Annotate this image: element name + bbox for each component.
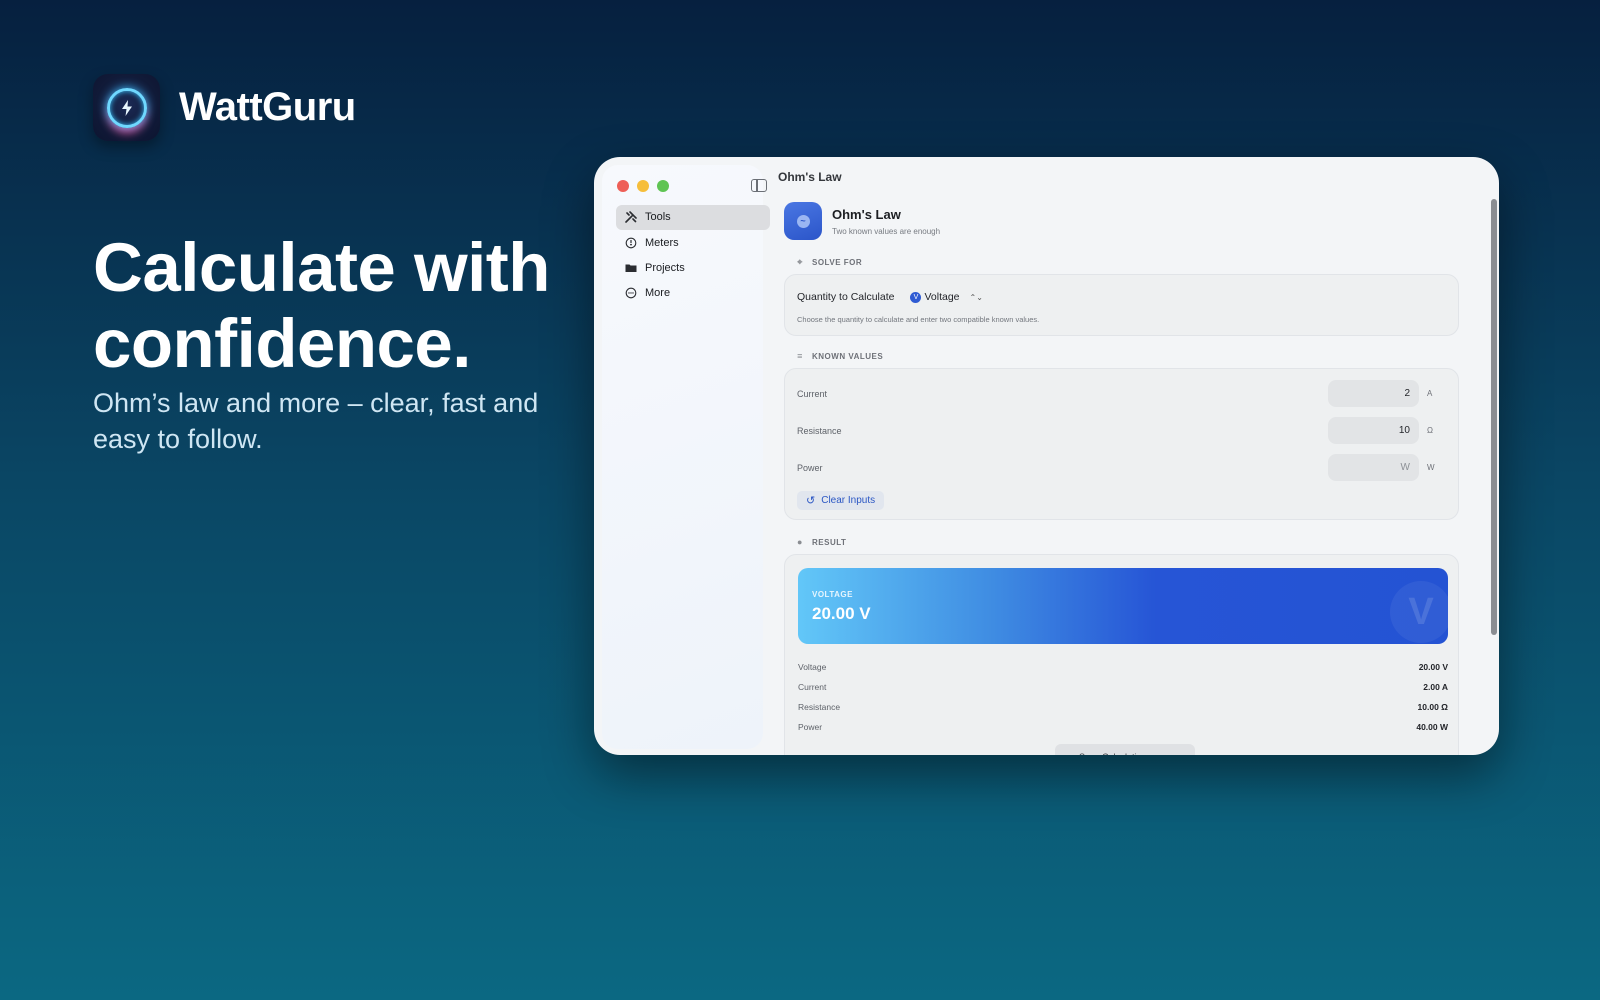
section-label-text: SOLVE FOR xyxy=(812,258,863,267)
reset-icon: ↺ xyxy=(806,495,816,507)
sidebar-item-label: More xyxy=(645,287,671,300)
voltage-watermark-icon: V xyxy=(1390,581,1448,643)
subline: Ohm’s law and more – clear, fast and eas… xyxy=(93,388,539,454)
unit-label: A xyxy=(1427,389,1433,398)
clear-inputs-label: Clear Inputs xyxy=(821,495,876,506)
section-label-result: ● RESULT xyxy=(795,537,846,547)
ellipsis-circle-icon xyxy=(625,287,637,299)
tools-icon xyxy=(625,211,637,224)
section-label-solve-for: ⌖ SOLVE FOR xyxy=(795,257,862,268)
result-hero-value: 20.00 V xyxy=(812,604,871,623)
chevron-up-down-icon: ⌃⌄ xyxy=(969,292,983,302)
sidebar-item-label: Projects xyxy=(645,262,685,275)
scrollbar[interactable] xyxy=(1491,199,1497,635)
gauge-icon xyxy=(625,237,637,249)
result-row-label: Resistance xyxy=(798,702,841,712)
unit-label: W xyxy=(1427,463,1435,472)
result-card: VOLTAGE 20.00 V V Voltage 20.00 V Curren… xyxy=(784,554,1459,755)
known-value-row-current: Current A xyxy=(797,380,1446,407)
power-input[interactable] xyxy=(1328,454,1419,481)
result-row-value: 2.00 A xyxy=(1423,682,1448,692)
field-label: Resistance xyxy=(797,425,842,436)
sidebar-nav: Tools Meters Projects More xyxy=(616,205,770,307)
target-icon: ⌖ xyxy=(797,257,803,267)
section-label-text: KNOWN VALUES xyxy=(812,351,884,361)
sidebar-item-label: Tools xyxy=(645,211,671,224)
result-row-label: Voltage xyxy=(798,662,827,672)
sidebar-item-label: Meters xyxy=(645,236,679,249)
save-calculation-button[interactable]: Save Calculation xyxy=(1055,744,1195,755)
result-row-value: 40.00 W xyxy=(1416,722,1448,732)
brand-name: WattGuru xyxy=(179,85,356,129)
zoom-button[interactable] xyxy=(657,180,669,192)
result-row-current: Current 2.00 A xyxy=(798,682,1448,692)
app-window: Tools Meters Projects More Ohm's Law ~ O… xyxy=(594,157,1499,755)
headline-line-1: Calculate with xyxy=(93,229,550,306)
minimize-button[interactable] xyxy=(637,180,649,192)
result-row-resistance: Resistance 10.00 Ω xyxy=(798,702,1448,712)
solve-for-help: Choose the quantity to calculate and ent… xyxy=(797,315,1040,324)
section-label-known-values: ≡ KNOWN VALUES xyxy=(795,351,883,361)
result-row-voltage: Voltage 20.00 V xyxy=(798,662,1448,672)
ohms-law-icon: ~ xyxy=(784,202,822,240)
quantity-label: Quantity to Calculate xyxy=(797,291,895,303)
result-row-value: 20.00 V xyxy=(1418,662,1448,672)
result-row-label: Current xyxy=(798,682,827,692)
window-controls xyxy=(617,180,669,192)
close-button[interactable] xyxy=(617,180,629,192)
resistance-input[interactable] xyxy=(1328,417,1419,444)
known-values-card: Current A Resistance Ω Power W ↺ Clear I… xyxy=(784,368,1459,520)
brand: WattGuru xyxy=(93,74,356,141)
field-label: Power xyxy=(797,462,823,473)
headline-line-2: confidence. xyxy=(93,305,471,382)
app-icon xyxy=(93,74,160,141)
sidebar: Tools Meters Projects More xyxy=(602,165,770,749)
headline: Calculate with confidence. xyxy=(93,230,550,382)
sidebar-item-projects[interactable]: Projects xyxy=(616,256,770,281)
quantity-select[interactable]: V Voltage ⌃⌄ xyxy=(894,291,983,303)
sidebar-item-meters[interactable]: Meters xyxy=(616,230,770,255)
unit-label: Ω xyxy=(1427,426,1433,435)
result-row-label: Power xyxy=(798,722,823,732)
known-value-row-resistance: Resistance Ω xyxy=(797,417,1446,444)
section-label-text: RESULT xyxy=(812,537,847,547)
window-title: Ohm's Law xyxy=(778,170,842,184)
voltage-badge-icon: V xyxy=(910,291,922,303)
result-row-power: Power 40.00 W xyxy=(798,722,1448,732)
known-value-row-power: Power W xyxy=(797,454,1446,481)
solve-for-card: Quantity to Calculate V Voltage ⌃⌄ Choos… xyxy=(784,274,1459,336)
clear-inputs-button[interactable]: ↺ Clear Inputs xyxy=(797,491,885,510)
result-dot-icon: ● xyxy=(797,537,803,547)
list-icon: ≡ xyxy=(797,351,803,361)
result-row-value: 10.00 Ω xyxy=(1417,702,1448,712)
sidebar-item-more[interactable]: More xyxy=(616,281,770,306)
field-label: Current xyxy=(797,388,828,399)
quantity-select-value: Voltage xyxy=(924,291,960,303)
main-content: Ohm's Law ~ Ohm's Law Two known values a… xyxy=(771,157,1499,755)
sidebar-item-tools[interactable]: Tools xyxy=(616,205,770,230)
page-title: Ohm's Law xyxy=(832,207,901,222)
sidebar-toggle-icon[interactable] xyxy=(751,179,767,192)
quantity-row: Quantity to Calculate V Voltage ⌃⌄ xyxy=(797,291,983,303)
page-subtitle: Two known values are enough xyxy=(832,227,941,236)
folder-icon xyxy=(625,262,637,274)
lightning-bolt-icon xyxy=(121,99,132,116)
current-input[interactable] xyxy=(1328,380,1419,407)
result-hero: VOLTAGE 20.00 V V xyxy=(798,568,1448,644)
result-hero-label: VOLTAGE xyxy=(812,590,853,599)
